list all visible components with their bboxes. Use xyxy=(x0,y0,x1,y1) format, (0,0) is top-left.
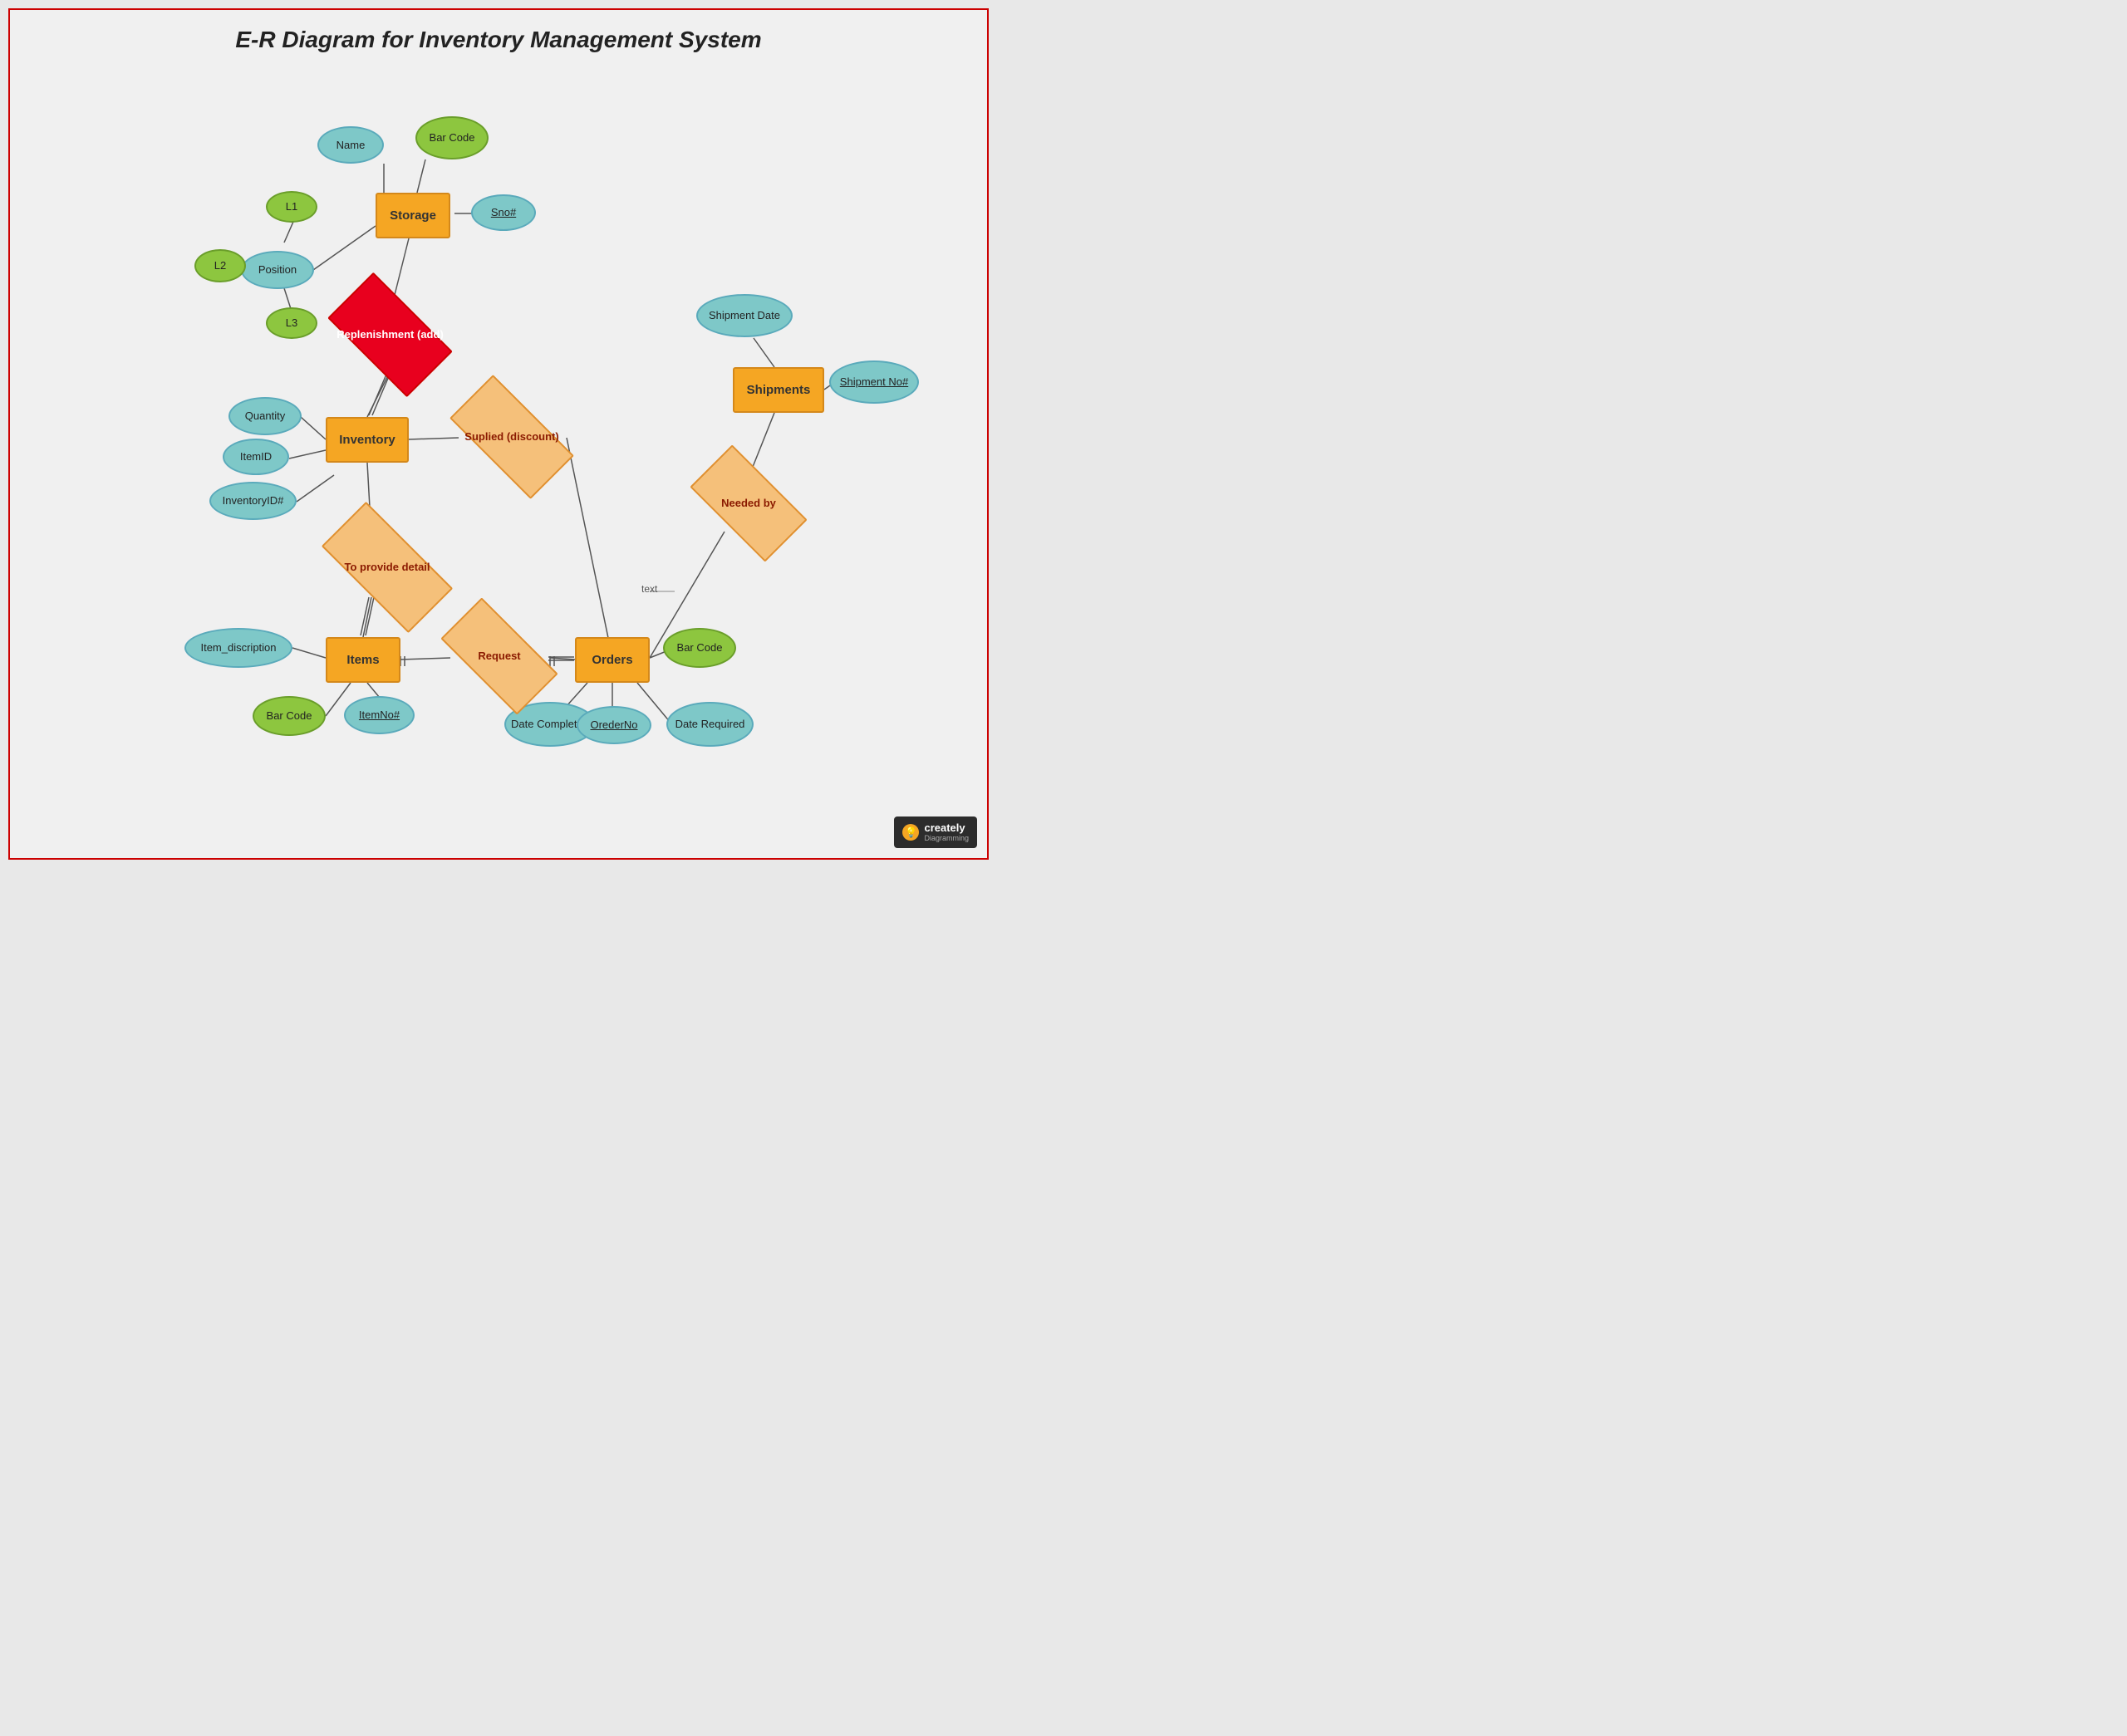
attr-name: Name xyxy=(317,126,384,164)
diamond-replenishment: Replenishment (add) xyxy=(334,302,446,367)
attr-barcode-bottom: Bar Code xyxy=(253,696,326,736)
attr-l3: L3 xyxy=(266,307,317,339)
attr-l2: L2 xyxy=(194,249,246,282)
diamond-to-provide: To provide detail xyxy=(326,536,449,599)
attr-shipment-date: Shipment Date xyxy=(696,294,793,337)
watermark: 💡 creately Diagramming xyxy=(894,817,977,848)
entity-orders: Orders xyxy=(575,637,650,683)
watermark-sub: Diagramming xyxy=(924,834,969,843)
attr-l1: L1 xyxy=(266,191,317,223)
attr-date-required: Date Required xyxy=(666,702,754,747)
entity-shipments: Shipments xyxy=(733,367,824,413)
attr-shipment-no: Shipment No# xyxy=(829,360,919,404)
attr-inventoryid: InventoryID# xyxy=(209,482,297,520)
diamond-request: Request xyxy=(445,627,553,685)
diamond-needed-by: Needed by xyxy=(695,473,802,533)
text-label: text xyxy=(641,583,657,595)
attr-sno: Sno# xyxy=(471,194,536,231)
attr-barcode-top: Bar Code xyxy=(415,116,489,159)
entity-items: Items xyxy=(326,637,400,683)
attr-itemid: ItemID xyxy=(223,439,289,475)
diamond-supplied: Suplied (discount) xyxy=(454,406,569,468)
attr-itemno: ItemNo# xyxy=(344,696,415,734)
watermark-logo: 💡 xyxy=(902,824,919,841)
attr-barcode-orders: Bar Code xyxy=(663,628,736,668)
attr-item-desc: Item_discription xyxy=(184,628,292,668)
attr-position: Position xyxy=(241,251,314,289)
entity-storage: Storage xyxy=(376,193,450,238)
diagram-container: E-R Diagram for Inventory Management Sys… xyxy=(8,8,989,860)
entity-inventory: Inventory xyxy=(326,417,409,463)
watermark-brand: creately xyxy=(924,821,969,835)
attr-orderno: OrederNo xyxy=(577,706,651,744)
diagram-title: E-R Diagram for Inventory Management Sys… xyxy=(10,10,987,61)
attr-quantity: Quantity xyxy=(228,397,302,435)
